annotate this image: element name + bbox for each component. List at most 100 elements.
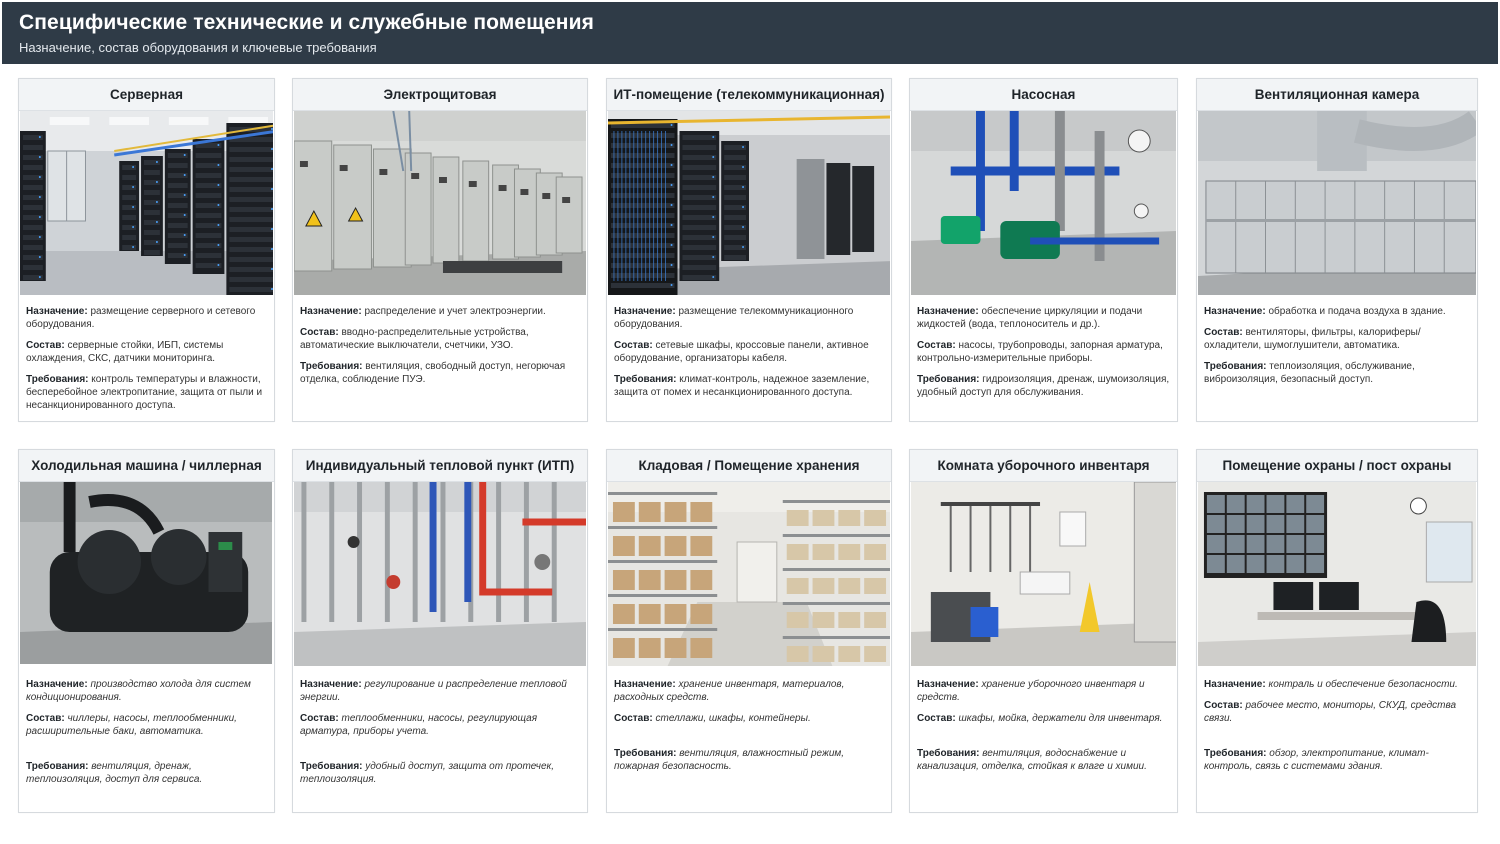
purpose-label: Назначение: xyxy=(614,306,676,317)
room-card-details: Назначение: хранение уборочного инвентар… xyxy=(917,678,1171,781)
composition-label: Состав: xyxy=(26,340,65,351)
composition-line: Состав: теплообменники, насосы, регулиру… xyxy=(300,712,581,738)
requirements-label: Требования: xyxy=(614,748,677,759)
purpose-label: Назначение: xyxy=(26,306,88,317)
heat-point-photo xyxy=(294,482,586,666)
room-card-details: Назначение: хранение инвентаря, материал… xyxy=(614,678,885,781)
composition-label: Состав: xyxy=(26,713,65,724)
telecom-room-photo xyxy=(608,111,890,295)
purpose-line: Назначение: распределение и учет электро… xyxy=(300,305,581,318)
purpose-label: Назначение: xyxy=(1204,306,1266,317)
requirements-line: Требования: удобный доступ, защита от пр… xyxy=(300,760,581,786)
requirements-line: Требования: обзор, электропитание, клима… xyxy=(1204,747,1471,773)
requirements-line: Требования: вентиляция, влажностный режи… xyxy=(614,747,885,773)
room-card-title: Индивидуальный тепловой пункт (ИТП) xyxy=(293,450,587,482)
purpose-line: Назначение: обеспечение циркуляции и под… xyxy=(917,305,1171,331)
composition-label: Состав: xyxy=(300,327,339,338)
room-card-details: Назначение: обеспечение циркуляции и под… xyxy=(917,305,1171,407)
room-card-title: Насосная xyxy=(910,79,1177,111)
composition-value: шкафы, мойка, держатели для инвентаря. xyxy=(958,713,1163,724)
purpose-line: Назначение: хранение уборочного инвентар… xyxy=(917,678,1171,704)
requirements-label: Требования: xyxy=(26,761,89,772)
room-card: Холодильная машина / чиллерная Назначени… xyxy=(18,449,275,813)
room-card-title: Помещение охраны / пост охраны xyxy=(1197,450,1477,482)
room-card: Серверная Назначение: размещение серверн… xyxy=(18,78,275,422)
room-card: Насосная Назначение: обеспечение циркуля… xyxy=(909,78,1178,422)
purpose-line: Назначение: производство холода для сист… xyxy=(26,678,268,704)
composition-label: Состав: xyxy=(917,713,956,724)
purpose-label: Назначение: xyxy=(300,679,362,690)
storage-room-photo xyxy=(608,482,890,666)
room-card: Индивидуальный тепловой пункт (ИТП) Назн… xyxy=(292,449,588,813)
requirements-line: Требования: вентиляция, водоснабжение и … xyxy=(917,747,1171,773)
room-card: Комната уборочного инвентаря Назначение:… xyxy=(909,449,1178,813)
composition-line: Состав: шкафы, мойка, держатели для инве… xyxy=(917,712,1171,725)
requirements-line: Требования: контроль температуры и влажн… xyxy=(26,373,268,412)
purpose-line: Назначение: хранение инвентаря, материал… xyxy=(614,678,885,704)
composition-line: Состав: вентиляторы, фильтры, калориферы… xyxy=(1204,326,1471,352)
composition-label: Состав: xyxy=(917,340,956,351)
room-card: Вентиляционная камера Назначение: обрабо… xyxy=(1196,78,1478,422)
composition-line: Состав: насосы, трубопроводы, запорная а… xyxy=(917,339,1171,365)
purpose-line: Назначение: обработка и подача воздуха в… xyxy=(1204,305,1471,318)
room-card-details: Назначение: контраль и обеспечение безоп… xyxy=(1204,678,1471,781)
composition-line: Состав: рабочее место, мониторы, СКУД, с… xyxy=(1204,699,1471,725)
room-card: Электрощитовая Назначение: распределение… xyxy=(292,78,588,422)
room-card-title: ИТ-помещение (телекоммуникационная) xyxy=(607,79,891,111)
requirements-label: Требования: xyxy=(917,374,980,385)
room-card: Помещение охраны / пост охраны Назначени… xyxy=(1196,449,1478,813)
composition-label: Состав: xyxy=(1204,700,1243,711)
room-card: Кладовая / Помещение хранения Назначение… xyxy=(606,449,892,813)
purpose-label: Назначение: xyxy=(1204,679,1266,690)
ventilation-chamber-photo xyxy=(1198,111,1476,295)
room-card: ИТ-помещение (телекоммуникационная) Назн… xyxy=(606,78,892,422)
requirements-label: Требования: xyxy=(300,761,363,772)
room-card-details: Назначение: размещение серверного и сете… xyxy=(26,305,268,420)
requirements-label: Требования: xyxy=(300,361,363,372)
composition-line: Состав: сетевые шкафы, кроссовые панели,… xyxy=(614,339,885,365)
requirements-label: Требования: xyxy=(614,374,677,385)
requirements-label: Требования: xyxy=(1204,748,1267,759)
purpose-line: Назначение: размещение телекоммуникацион… xyxy=(614,305,885,331)
pump-room-photo xyxy=(911,111,1176,295)
requirements-label: Требования: xyxy=(917,748,980,759)
room-card-title: Электрощитовая xyxy=(293,79,587,111)
composition-label: Состав: xyxy=(614,340,653,351)
composition-label: Состав: xyxy=(614,713,653,724)
requirements-line: Требования: теплоизоляция, обслуживание,… xyxy=(1204,360,1471,386)
purpose-line: Назначение: контраль и обеспечение безоп… xyxy=(1204,678,1471,691)
room-card-title: Кладовая / Помещение хранения xyxy=(607,450,891,482)
composition-line: Состав: стеллажи, шкафы, контейнеры. xyxy=(614,712,885,725)
purpose-label: Назначение: xyxy=(614,679,676,690)
room-card-title: Серверная xyxy=(19,79,274,111)
composition-label: Состав: xyxy=(1204,327,1243,338)
room-card-title: Холодильная машина / чиллерная xyxy=(19,450,274,482)
chiller-room-photo xyxy=(20,482,273,666)
room-card-details: Назначение: распределение и учет электро… xyxy=(300,305,581,394)
composition-label: Состав: xyxy=(300,713,339,724)
requirements-line: Требования: гидроизоляция, дренаж, шумои… xyxy=(917,373,1171,399)
server-room-photo xyxy=(20,111,273,295)
room-card-title: Комната уборочного инвентаря xyxy=(910,450,1177,482)
purpose-value: распределение и учет электроэнергии. xyxy=(364,306,546,317)
composition-line: Состав: вводно-распределительные устройс… xyxy=(300,326,581,352)
purpose-value: контраль и обеспечение безопасности. xyxy=(1268,679,1458,690)
purpose-line: Назначение: регулирование и распределени… xyxy=(300,678,581,704)
page-title: Специфические технические и служебные по… xyxy=(19,11,594,34)
room-card-details: Назначение: регулирование и распределени… xyxy=(300,678,581,794)
room-card-details: Назначение: размещение телекоммуникацион… xyxy=(614,305,885,407)
requirements-label: Требования: xyxy=(1204,361,1267,372)
requirements-line: Требования: вентиляция, свободный доступ… xyxy=(300,360,581,386)
requirements-line: Требования: вентиляция, дренаж, теплоизо… xyxy=(26,760,268,786)
purpose-line: Назначение: размещение серверного и сете… xyxy=(26,305,268,331)
switchboard-room-photo xyxy=(294,111,586,295)
purpose-label: Назначение: xyxy=(917,306,979,317)
composition-line: Состав: серверные стойки, ИБП, системы о… xyxy=(26,339,268,365)
page-subtitle: Назначение, состав оборудования и ключев… xyxy=(19,40,377,55)
purpose-label: Назначение: xyxy=(300,306,362,317)
room-card-details: Назначение: производство холода для сист… xyxy=(26,678,268,794)
requirements-line: Требования: климат-контроль, надежное за… xyxy=(614,373,885,399)
composition-value: стеллажи, шкафы, контейнеры. xyxy=(655,713,811,724)
room-card-title: Вентиляционная камера xyxy=(1197,79,1477,111)
purpose-label: Назначение: xyxy=(917,679,979,690)
